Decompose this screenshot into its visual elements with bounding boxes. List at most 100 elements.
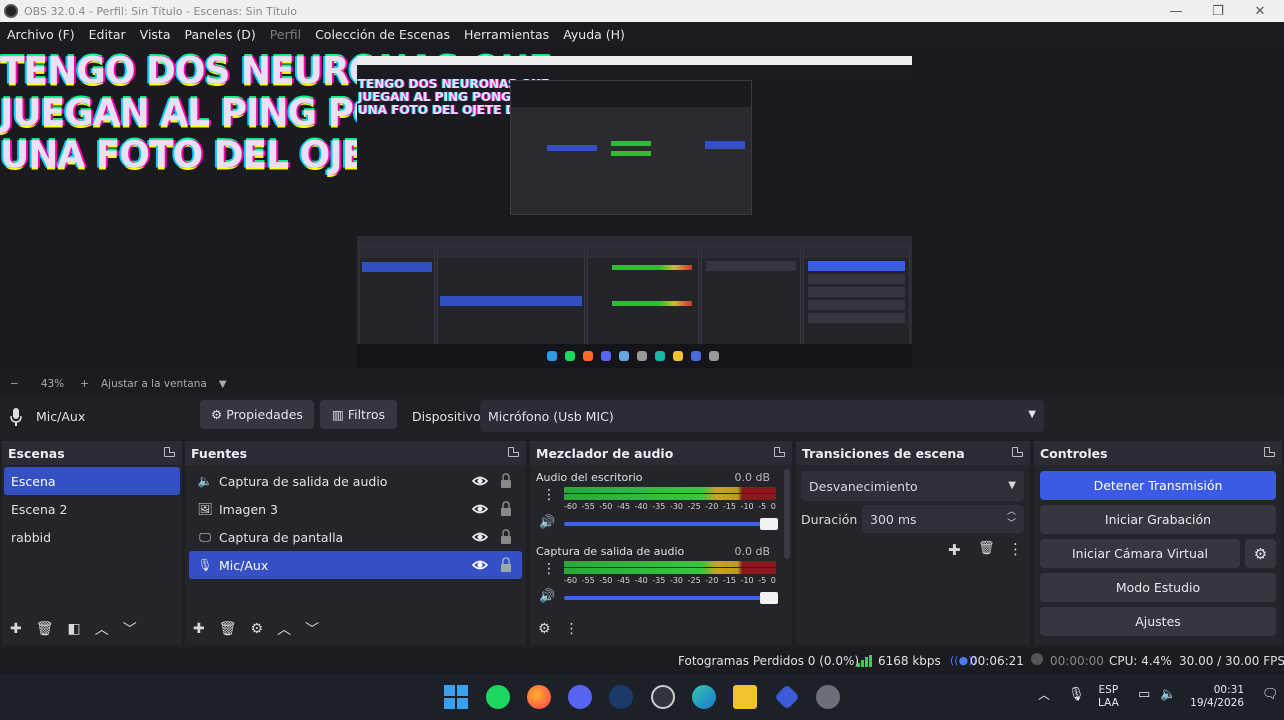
filters-button[interactable]: ▥ Filtros [320, 400, 397, 429]
kebab-menu-icon[interactable]: ⋮ [1008, 540, 1023, 558]
spotify-icon[interactable] [486, 685, 510, 709]
zoom-out-button[interactable]: − [10, 378, 19, 390]
settings-gear-icon[interactable] [816, 685, 840, 709]
menu-ayuda[interactable]: Ayuda (H) [563, 27, 625, 42]
steam-icon[interactable] [609, 685, 633, 709]
file-explorer-icon[interactable] [733, 685, 757, 709]
microphone-tray-icon[interactable]: 🎙 [1068, 688, 1085, 701]
notification-icon[interactable]: 🗨 [1262, 688, 1279, 701]
undock-icon[interactable] [774, 447, 785, 457]
app-icon[interactable] [774, 684, 800, 710]
chevron-up-icon[interactable]: ︿ [277, 619, 291, 639]
spinner-arrows-icon[interactable]: ︿ ﹀ [1007, 506, 1016, 530]
undock-icon[interactable] [164, 447, 175, 457]
slider-knob[interactable] [760, 592, 778, 604]
zoom-dropdown-icon[interactable]: ▼ [219, 379, 227, 390]
kebab-menu-icon[interactable]: ⋮ [565, 621, 579, 637]
menu-paneles[interactable]: Paneles (D) [185, 27, 256, 42]
scene-item[interactable]: Escena 2 [4, 495, 180, 523]
menu-editar[interactable]: Editar [89, 27, 126, 42]
windows-taskbar: ︿ 🎙 ESP LAA ▭ 🔈 00:31 19/4/2026 🗨 [0, 674, 1284, 720]
transitions-dock: Transiciones de escena Desvanecimiento ▼… [796, 441, 1030, 645]
kebab-menu-icon[interactable]: ⋮ [542, 487, 556, 503]
source-item[interactable]: 🔈 Captura de salida de audio [189, 467, 522, 495]
menu-perfil[interactable]: Perfil [270, 27, 301, 42]
window-title-bar: OBS 32.0.4 - Perfil: Sin Título - Escena… [0, 0, 1284, 22]
discord-icon[interactable] [568, 685, 592, 709]
trash-icon[interactable]: 🗑 [219, 621, 237, 637]
chevron-down-icon[interactable]: ﹀ [123, 619, 137, 639]
preview-canvas[interactable]: TENGO DOS NEURONAS QUE JUEGAN AL PING PO… [0, 46, 1284, 374]
trash-icon[interactable]: 🗑 [978, 541, 995, 556]
windows-start-icon[interactable] [444, 685, 468, 709]
lock-icon[interactable] [500, 501, 512, 516]
stop-streaming-button[interactable]: Detener Transmisión [1040, 471, 1276, 500]
slider-knob[interactable] [760, 518, 778, 530]
studio-mode-button[interactable]: Modo Estudio [1040, 573, 1276, 602]
source-item[interactable]: 🖵 Captura de pantalla [189, 523, 522, 551]
speaker-icon[interactable]: 🔊 [539, 515, 555, 530]
chevron-up-icon[interactable]: ︿ [95, 619, 109, 639]
add-icon[interactable]: ✚ [10, 621, 22, 637]
menu-archivo[interactable]: Archivo (F) [7, 27, 75, 42]
volume-slider[interactable] [564, 592, 778, 604]
duration-spinbox[interactable]: 300 ms ︿ ﹀ [862, 505, 1024, 533]
zoom-in-button[interactable]: + [80, 378, 89, 390]
lock-icon[interactable] [500, 557, 512, 572]
network-icon[interactable]: ▭ [1138, 688, 1150, 701]
chevron-up-icon[interactable]: ︿ [1038, 689, 1050, 702]
close-button[interactable]: ✕ [1238, 0, 1282, 22]
add-icon[interactable]: ✚ [948, 541, 961, 559]
obs-icon[interactable] [651, 685, 675, 709]
maximize-button[interactable]: ❐ [1196, 0, 1240, 22]
firefox-icon[interactable] [527, 685, 551, 709]
transition-select[interactable]: Desvanecimiento ▼ [801, 471, 1024, 501]
undock-icon[interactable] [1264, 447, 1275, 457]
zoom-bar: − 43% + Ajustar a la ventana ▼ [0, 374, 1284, 394]
start-virtual-camera-button[interactable]: Iniciar Cámara Virtual [1040, 539, 1240, 568]
controls-title: Controles [1040, 445, 1108, 461]
image-icon: 🖼 [197, 502, 213, 516]
input-language[interactable]: ESP LAA [1098, 684, 1119, 710]
add-icon[interactable]: ✚ [193, 621, 205, 637]
kebab-menu-icon[interactable]: ⋮ [542, 561, 556, 577]
fit-to-window-label[interactable]: Ajustar a la ventana [101, 378, 207, 390]
scene-item[interactable]: Escena [4, 467, 180, 495]
source-item[interactable]: 🎙 Mic/Aux [189, 551, 522, 579]
device-label: Dispositivo [412, 409, 481, 424]
meter-scale-label: -50 [599, 502, 613, 511]
window-title: OBS 32.0.4 - Perfil: Sin Título - Escena… [24, 4, 297, 18]
volume-icon[interactable]: 🔈 [1160, 688, 1176, 701]
gear-icon[interactable]: ⚙ [251, 621, 264, 637]
eye-icon[interactable] [472, 473, 488, 489]
scene-item[interactable]: rabbid [4, 523, 180, 551]
menu-herramientas[interactable]: Herramientas [464, 27, 549, 42]
eye-icon[interactable] [472, 557, 488, 573]
start-recording-button[interactable]: Iniciar Grabación [1040, 505, 1276, 534]
undock-icon[interactable] [508, 447, 519, 457]
device-select[interactable]: Micrófono (Usb MIC) ▼ [480, 400, 1044, 432]
undock-icon[interactable] [1012, 447, 1023, 457]
minimize-button[interactable]: — [1154, 0, 1198, 22]
trash-icon[interactable]: 🗑 [36, 621, 54, 637]
lock-icon[interactable] [500, 473, 512, 488]
clock[interactable]: 00:31 19/4/2026 [1190, 684, 1244, 710]
mixer-channel: Captura de salida de audio 0.0 dB ⋮ -60-… [536, 545, 778, 604]
advanced-audio-icon[interactable]: ⚙ [538, 621, 551, 637]
volume-slider[interactable] [564, 518, 778, 530]
filter-icon[interactable]: ◧ [68, 621, 81, 637]
signal-bars-icon [857, 655, 872, 667]
eye-icon[interactable] [472, 501, 488, 517]
chevron-down-icon[interactable]: ﹀ [305, 619, 319, 639]
menu-vista[interactable]: Vista [140, 27, 171, 42]
speaker-icon[interactable]: 🔊 [539, 589, 555, 604]
scrollbar[interactable] [784, 469, 790, 559]
menu-coleccion-escenas[interactable]: Colección de Escenas [315, 27, 450, 42]
source-item[interactable]: 🖼 Imagen 3 [189, 495, 522, 523]
eye-icon[interactable] [472, 529, 488, 545]
settings-button[interactable]: Ajustes [1040, 607, 1276, 636]
properties-button[interactable]: ⚙ Propiedades [200, 400, 314, 429]
lock-icon[interactable] [500, 529, 512, 544]
virtual-camera-settings-button[interactable]: ⚙ [1245, 539, 1276, 568]
edge-icon[interactable] [692, 685, 716, 709]
